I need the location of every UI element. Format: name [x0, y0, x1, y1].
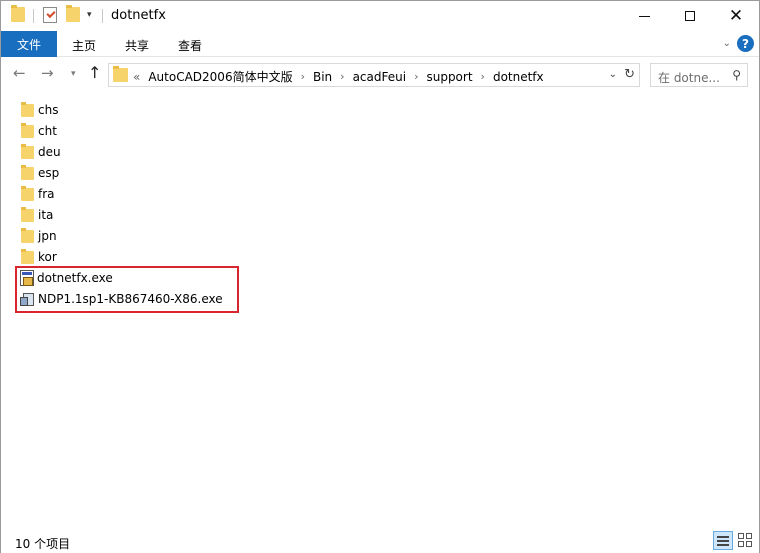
- file-name: ita: [38, 208, 54, 222]
- folder-icon: [21, 248, 34, 264]
- list-item[interactable]: deu: [21, 142, 61, 162]
- up-arrow-icon[interactable]: ↑: [88, 65, 101, 81]
- breadcrumb-item[interactable]: AutoCAD2006简体中文版: [148, 68, 292, 85]
- folder-icon: [21, 101, 34, 117]
- close-button[interactable]: ✕: [713, 1, 759, 31]
- large-icons-view-icon[interactable]: [737, 532, 753, 548]
- help-icon[interactable]: ?: [737, 35, 754, 52]
- file-name: esp: [38, 166, 60, 180]
- folder-icon: [21, 143, 34, 159]
- minimize-icon: [638, 15, 650, 17]
- tab-view[interactable]: 查看: [178, 37, 202, 54]
- minimize-button[interactable]: [621, 1, 667, 31]
- search-placeholder: 在 dotne...: [658, 71, 720, 85]
- details-view-icon[interactable]: [713, 531, 733, 550]
- folder-icon: [21, 206, 34, 222]
- list-item[interactable]: cht: [21, 121, 57, 141]
- tab-home[interactable]: 主页: [72, 37, 96, 54]
- status-bar: 10 个项目: [1, 529, 759, 553]
- breadcrumb-chevron-icon[interactable]: ›: [340, 70, 344, 83]
- properties-icon[interactable]: [43, 7, 57, 23]
- list-item[interactable]: fra: [21, 184, 55, 204]
- breadcrumb-overflow[interactable]: «: [133, 70, 140, 84]
- breadcrumb-chevron-icon[interactable]: ›: [481, 70, 485, 83]
- search-input[interactable]: 在 dotne... ⚲: [650, 63, 748, 87]
- quick-access-dropdown-icon[interactable]: ▾: [87, 10, 92, 20]
- explorer-window: ▾ dotnetfx ✕ 文件 主页 共享 查看 ⌄ ? ← → ▾ ↑ « A…: [0, 0, 760, 553]
- file-name: kor: [38, 250, 57, 264]
- back-arrow-icon[interactable]: ←: [13, 66, 26, 81]
- file-name: fra: [38, 187, 55, 201]
- window-title: dotnetfx: [111, 8, 166, 23]
- list-item[interactable]: jpn: [21, 226, 57, 246]
- list-item[interactable]: chs: [21, 100, 58, 120]
- list-item[interactable]: kor: [21, 247, 57, 267]
- folder-icon[interactable]: [11, 5, 25, 22]
- forward-arrow-icon[interactable]: →: [41, 66, 54, 81]
- list-item[interactable]: esp: [21, 163, 59, 183]
- maximize-icon: [685, 11, 695, 21]
- refresh-icon[interactable]: ↻: [624, 67, 635, 82]
- file-name: deu: [38, 145, 61, 159]
- address-bar[interactable]: « AutoCAD2006简体中文版 › Bin › acadFeui › su…: [108, 63, 640, 87]
- file-list: chs cht deu esp fra ita jpn kor dotnetfx…: [1, 94, 759, 524]
- folder-icon: [21, 185, 34, 201]
- tab-file[interactable]: 文件: [1, 31, 57, 57]
- maximize-button[interactable]: [667, 1, 713, 31]
- close-icon: ✕: [728, 5, 744, 26]
- recent-locations-chevron-icon[interactable]: ▾: [71, 70, 76, 79]
- folder-icon: [21, 122, 34, 138]
- title-bar: ▾ dotnetfx ✕: [1, 1, 759, 31]
- toolbar-divider: [102, 9, 103, 23]
- item-count: 10 个项目: [15, 537, 71, 551]
- folder-icon: [21, 227, 34, 243]
- folder-icon: [113, 66, 128, 82]
- file-name: chs: [38, 103, 59, 117]
- tab-share[interactable]: 共享: [125, 37, 149, 54]
- breadcrumb-chevron-icon[interactable]: ›: [414, 70, 418, 83]
- file-name: cht: [38, 124, 57, 138]
- breadcrumb-item[interactable]: acadFeui: [353, 70, 407, 84]
- folder-icon: [21, 164, 34, 180]
- ribbon-tabs: 文件 主页 共享 查看 ⌄ ?: [1, 31, 759, 57]
- navigation-bar: ← → ▾ ↑ « AutoCAD2006简体中文版 › Bin › acadF…: [1, 58, 759, 92]
- list-item[interactable]: ita: [21, 205, 53, 225]
- breadcrumb-chevron-icon[interactable]: ›: [301, 70, 305, 83]
- new-folder-icon[interactable]: [66, 5, 80, 22]
- expand-ribbon-chevron-icon[interactable]: ⌄: [723, 38, 731, 49]
- breadcrumb: « AutoCAD2006简体中文版 › Bin › acadFeui › su…: [133, 68, 544, 85]
- file-name: jpn: [38, 229, 57, 243]
- toolbar-divider: [33, 9, 34, 23]
- breadcrumb-item[interactable]: Bin: [313, 70, 332, 84]
- breadcrumb-item[interactable]: dotnetfx: [493, 70, 544, 84]
- address-dropdown-chevron-icon[interactable]: ⌄: [609, 69, 617, 80]
- breadcrumb-item[interactable]: support: [426, 70, 472, 84]
- search-icon[interactable]: ⚲: [732, 68, 741, 82]
- highlight-box: [15, 266, 239, 313]
